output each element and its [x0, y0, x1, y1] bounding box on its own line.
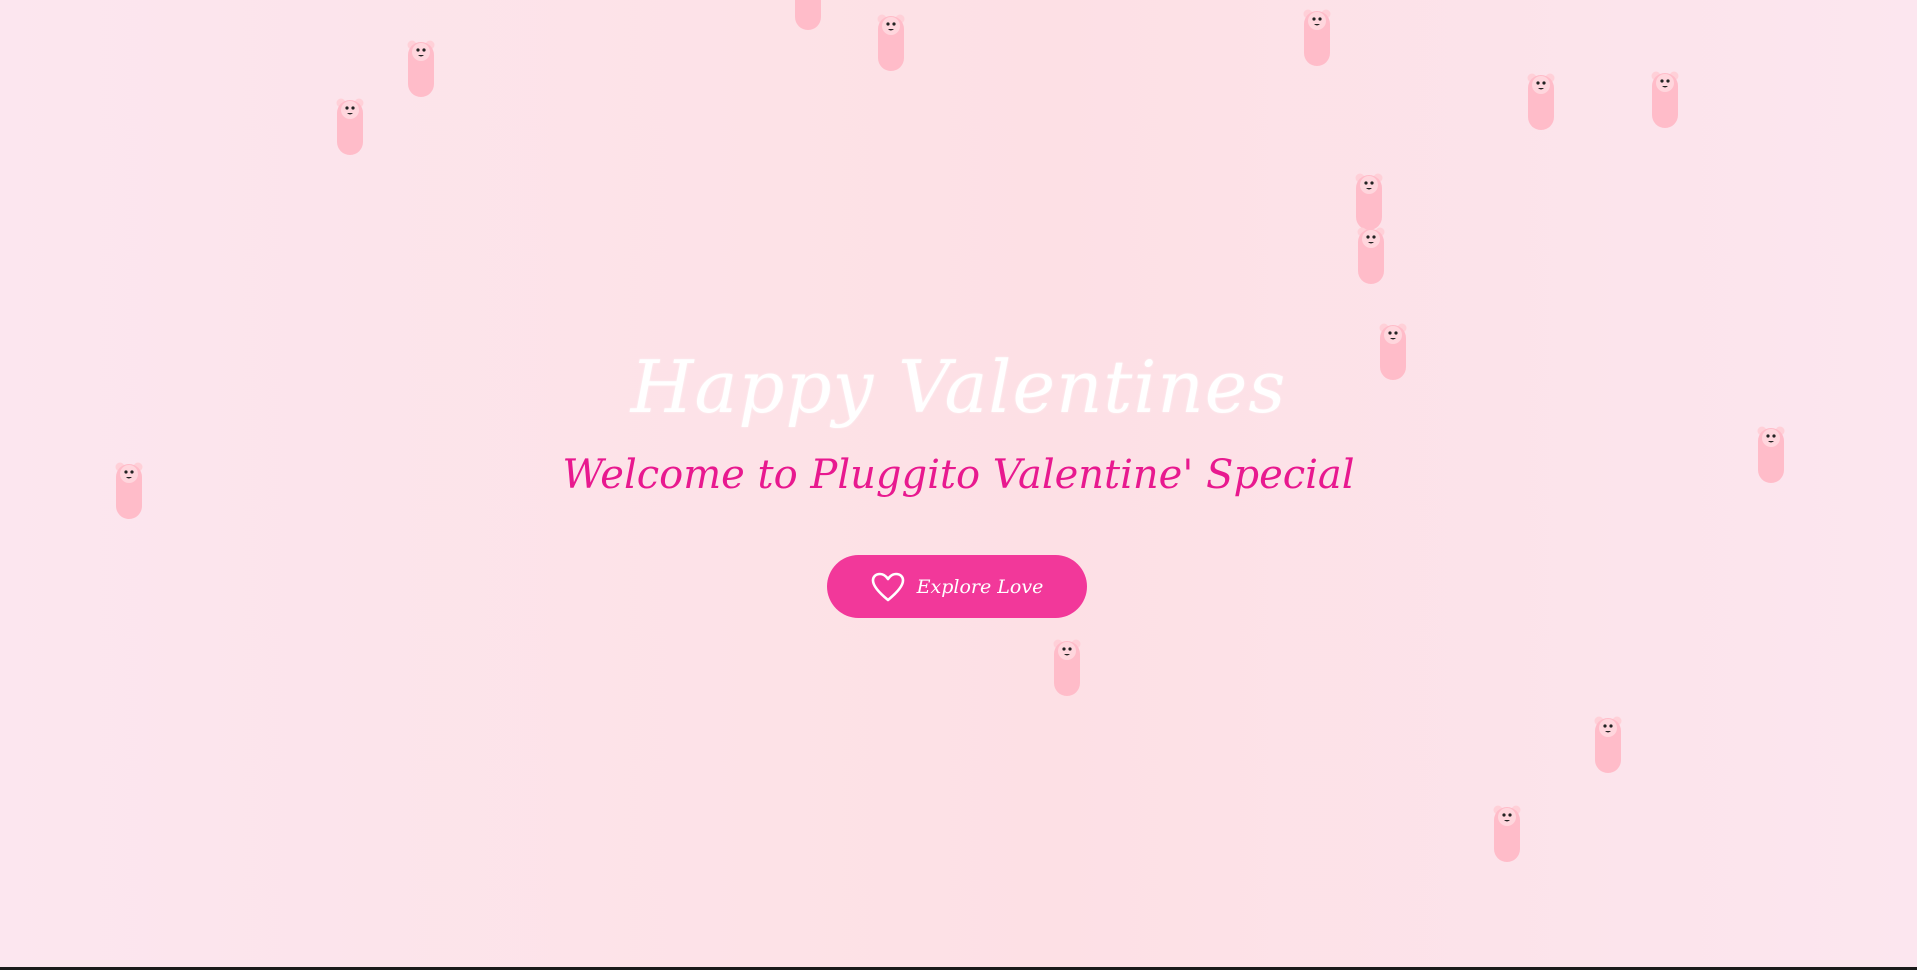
teddy-bear-icon [1357, 227, 1385, 284]
teddy-bear-icon [1355, 173, 1383, 230]
teddy-bear-icon [1053, 639, 1081, 696]
teddy-bear-icon [1651, 71, 1679, 128]
teddy-bear-icon [1594, 716, 1622, 773]
hero-section: Happy Valentines Welcome to Pluggito Val… [0, 0, 1917, 967]
explore-love-label: Explore Love [916, 575, 1044, 598]
teddy-bear-icon [1493, 805, 1521, 862]
teddy-bear-icon [795, 0, 821, 30]
teddy-bear-icon [407, 40, 435, 97]
explore-love-button[interactable]: Explore Love [827, 555, 1087, 618]
teddy-bear-icon [877, 14, 905, 71]
hero-subtitle: Welcome to Pluggito Valentine' Special [562, 452, 1355, 498]
teddy-bear-icon [336, 98, 364, 155]
heart-outline-icon [871, 572, 904, 601]
teddy-bear-icon [1303, 9, 1331, 66]
hero-title: Happy Valentines [630, 345, 1287, 429]
teddy-bear-icon [1527, 73, 1555, 130]
